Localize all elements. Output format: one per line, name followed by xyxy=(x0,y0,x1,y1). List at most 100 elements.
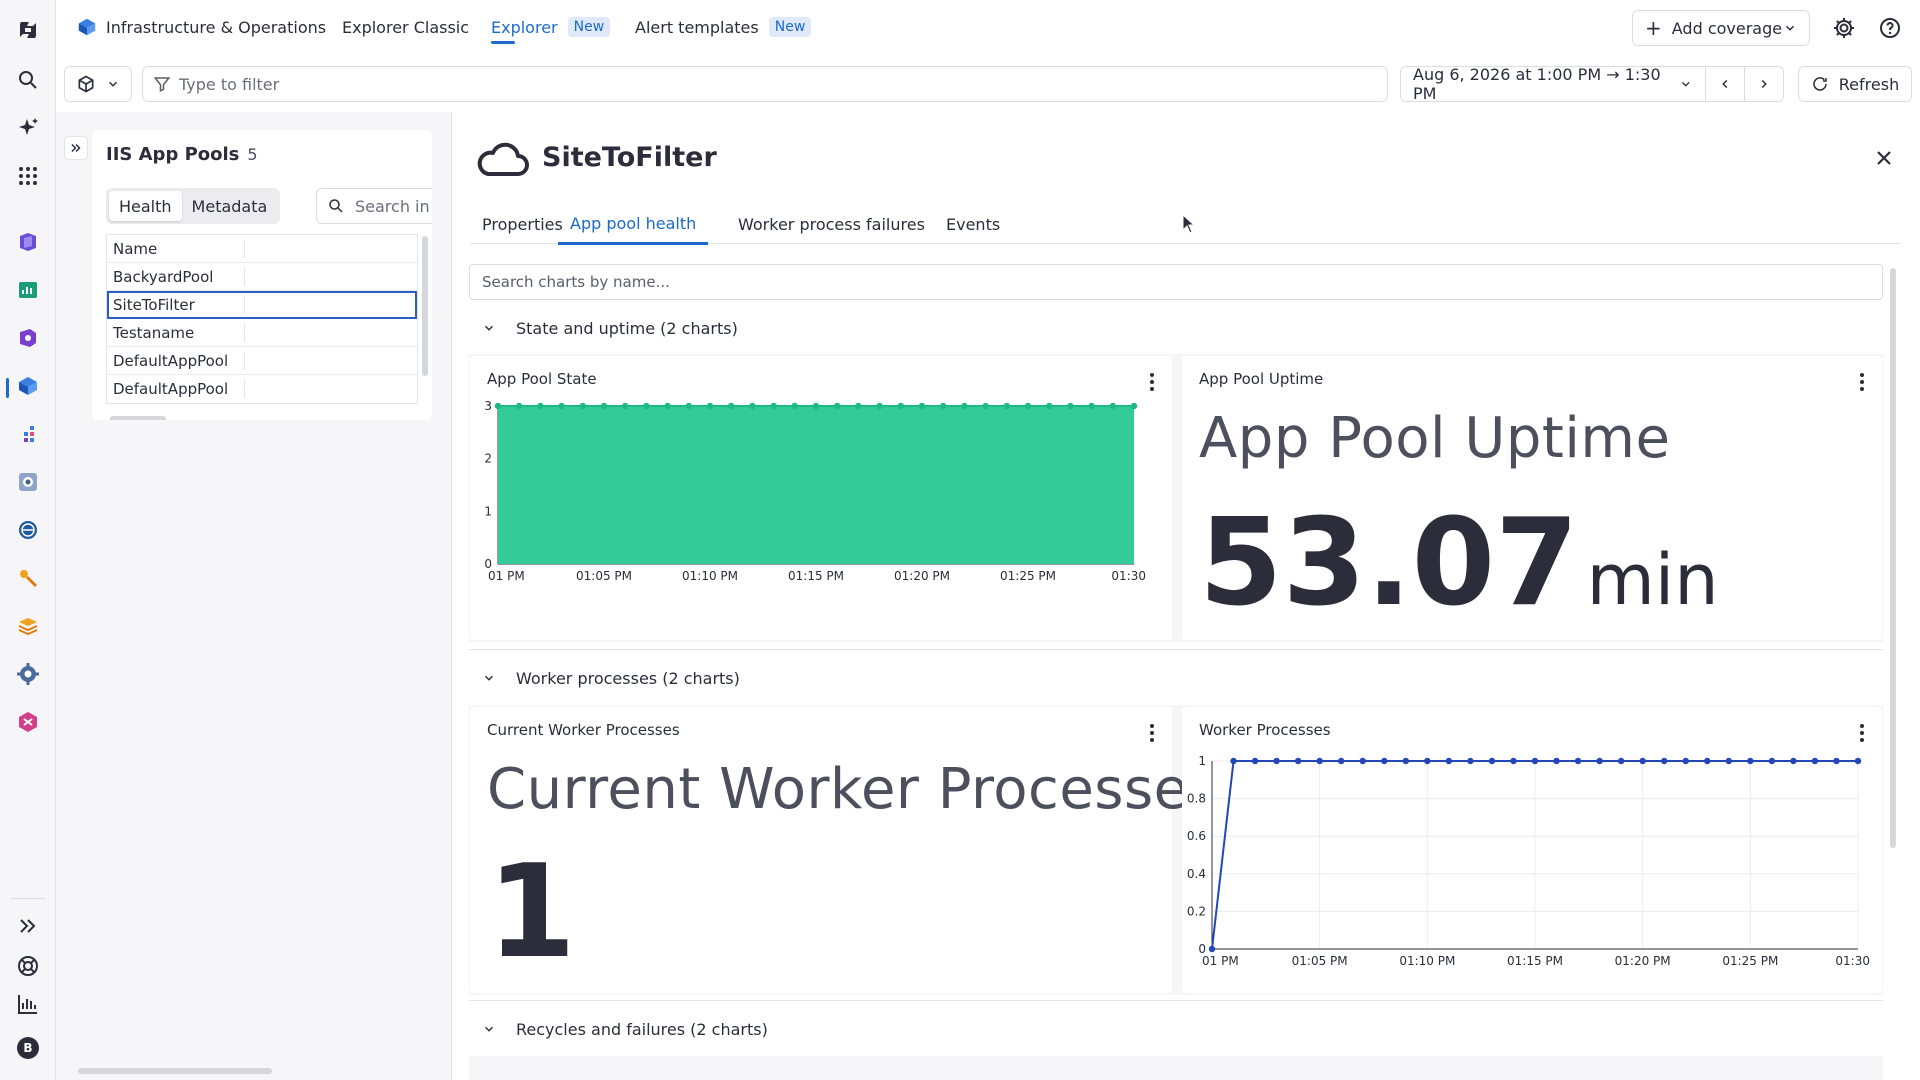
search-icon xyxy=(329,199,343,213)
help-center-icon[interactable] xyxy=(12,950,44,982)
app-launcher-2-icon[interactable] xyxy=(12,274,44,306)
chevron-down-icon xyxy=(1682,81,1691,87)
data-point xyxy=(622,402,629,410)
more-menu-icon[interactable] xyxy=(1854,723,1870,743)
tab-properties[interactable]: Properties xyxy=(482,204,563,244)
more-menu-icon[interactable] xyxy=(1854,372,1870,392)
app-launcher-9-icon[interactable] xyxy=(12,610,44,642)
refresh-button[interactable]: Refresh xyxy=(1798,66,1912,102)
filter-input[interactable]: Type to filter xyxy=(142,66,1388,102)
nav-explorer[interactable]: Explorer New xyxy=(491,0,611,54)
table-row[interactable]: DefaultAppPool xyxy=(107,347,417,375)
app-launcher-11-icon[interactable] xyxy=(12,706,44,738)
table-vertical-scrollbar[interactable] xyxy=(422,236,428,376)
dynatrace-logo-icon[interactable] xyxy=(12,14,44,46)
app-launcher-10-icon[interactable] xyxy=(12,658,44,690)
collapse-panel-button[interactable] xyxy=(64,136,88,160)
add-coverage-button[interactable]: + Add coverage xyxy=(1632,10,1810,46)
tab-health[interactable]: Health xyxy=(109,191,182,221)
data-point xyxy=(1109,402,1116,410)
chevron-down-icon xyxy=(484,1026,494,1032)
data-point xyxy=(1338,757,1345,765)
app-launcher-1-icon[interactable] xyxy=(12,226,44,258)
data-point xyxy=(1424,757,1431,765)
tab-worker-process-failures[interactable]: Worker process failures xyxy=(738,204,925,244)
card-app-pool-uptime: App Pool Uptime App Pool Uptime 53.07 min xyxy=(1182,356,1882,640)
more-menu-icon[interactable] xyxy=(1144,372,1160,392)
tab-metadata[interactable]: Metadata xyxy=(182,191,278,221)
data-point xyxy=(706,402,714,410)
table-row[interactable]: DefaultAppPool xyxy=(107,375,417,403)
single-value-label: Current Worker Processes xyxy=(487,757,1219,822)
single-value: 53.07 min xyxy=(1199,494,1719,633)
cloud-icon xyxy=(477,142,529,176)
data-point xyxy=(1251,757,1259,765)
user-avatar[interactable]: B xyxy=(12,1032,44,1064)
chevron-down-icon xyxy=(484,675,494,681)
table-row[interactable]: BackyardPool xyxy=(107,263,417,291)
chart-search-input[interactable]: Search charts by name... xyxy=(469,264,1883,300)
usage-chart-icon[interactable] xyxy=(12,988,44,1020)
timeframe-previous-button[interactable] xyxy=(1705,66,1745,102)
card-current-worker-processes: Current Worker Processes Current Worker … xyxy=(470,707,1218,993)
close-icon[interactable] xyxy=(1872,146,1896,170)
gear-icon[interactable] xyxy=(1832,16,1856,40)
single-value-label: App Pool Uptime xyxy=(1199,406,1671,471)
entity-title: SiteToFilter xyxy=(542,142,717,173)
data-point xyxy=(834,402,841,410)
table-row-selected[interactable]: SiteToFilter xyxy=(107,291,417,319)
app-pool-state-chart: 012301 PM 01:05 PM 01:10 PM 01:15 PM 01:20 P… xyxy=(484,400,1146,583)
column-header-name[interactable]: Name xyxy=(107,239,245,258)
x-tick-label: 01 PM xyxy=(488,569,525,583)
group-state-and-uptime[interactable]: State and uptime (2 charts) xyxy=(470,310,738,346)
data-point xyxy=(1531,757,1539,765)
data-point xyxy=(982,402,989,410)
chevron-right-icon xyxy=(1761,79,1767,89)
nav-explorer-classic[interactable]: Explorer Classic xyxy=(342,0,469,54)
nav-alert-templates[interactable]: Alert templates New xyxy=(635,0,812,54)
filter-bar: Type to filter Aug 6, 2026 at 1:00 PM → … xyxy=(56,54,1920,112)
nav-active-underline xyxy=(491,41,515,44)
apps-grid-icon[interactable] xyxy=(12,160,44,192)
panel-horizontal-scrollbar[interactable] xyxy=(78,1068,272,1074)
data-point xyxy=(1273,757,1280,765)
top-navigation: Infrastructure & Operations Explorer Cla… xyxy=(56,0,1920,54)
app-launcher-3-icon[interactable] xyxy=(12,322,44,354)
table-row[interactable]: Testaname xyxy=(107,319,417,347)
details-vertical-scrollbar[interactable] xyxy=(1890,268,1896,848)
app-launcher-6-icon[interactable] xyxy=(12,466,44,498)
entity-type-select[interactable] xyxy=(64,66,132,102)
data-point xyxy=(579,402,586,410)
timeframe-next-button[interactable] xyxy=(1744,66,1784,102)
infrastructure-app-icon[interactable] xyxy=(12,370,44,402)
data-point xyxy=(1130,402,1138,410)
app-launcher-5-icon[interactable] xyxy=(12,418,44,450)
data-point xyxy=(1381,757,1388,765)
entity-details-pane: SiteToFilter Properties App pool health … xyxy=(452,112,1920,1080)
list-search-input[interactable]: Search in results xyxy=(316,188,432,224)
group-worker-processes[interactable]: Worker processes (2 charts) xyxy=(470,660,740,696)
sparkle-ai-icon[interactable] xyxy=(12,112,44,144)
expand-rail-icon[interactable] xyxy=(12,910,44,942)
group-recycles-and-failures[interactable]: Recycles and failures (2 charts) xyxy=(470,1011,768,1047)
card-title: Worker Processes xyxy=(1199,721,1331,739)
more-menu-icon[interactable] xyxy=(1144,723,1160,743)
app-launcher-7-icon[interactable] xyxy=(12,514,44,546)
tab-events[interactable]: Events xyxy=(946,204,1000,244)
y-tick-label: 0.8 xyxy=(1187,792,1206,806)
help-icon[interactable] xyxy=(1878,16,1902,40)
tab-app-pool-health[interactable]: App pool health xyxy=(558,204,709,245)
table-horizontal-scrollbar[interactable] xyxy=(110,416,166,420)
x-tick-label: 01:25 PM xyxy=(1000,569,1056,583)
app-launcher-8-icon[interactable] xyxy=(12,562,44,594)
infrastructure-app-icon xyxy=(78,18,96,36)
x-tick-label: 01 PM xyxy=(1202,954,1239,968)
timeframe-selector[interactable]: Aug 6, 2026 at 1:00 PM → 1:30 PM xyxy=(1400,65,1706,103)
search-icon[interactable] xyxy=(12,64,44,96)
rail-active-indicator xyxy=(6,378,9,398)
chevron-down-icon xyxy=(484,325,494,331)
data-point xyxy=(876,402,883,410)
data-point xyxy=(940,402,947,410)
plus-icon: + xyxy=(1645,16,1662,40)
new-badge: New xyxy=(768,17,812,37)
